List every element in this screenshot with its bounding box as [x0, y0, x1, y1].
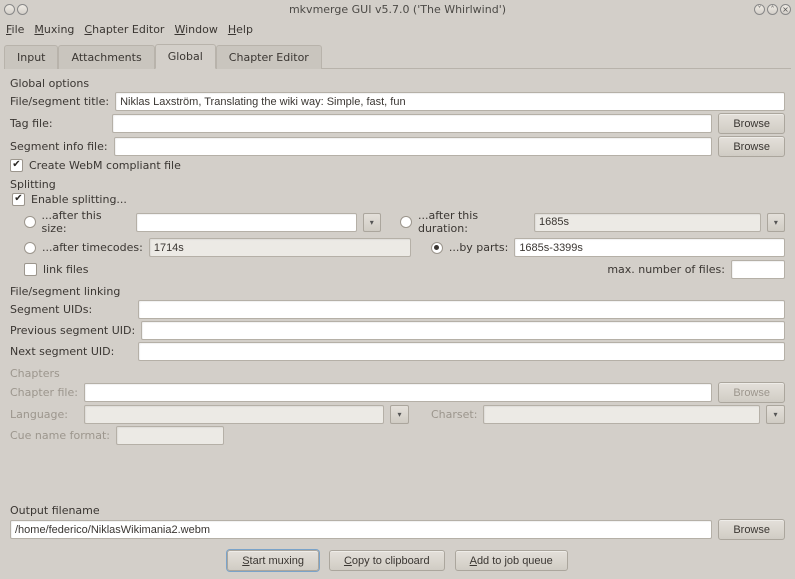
- menu-window[interactable]: Window: [174, 23, 217, 36]
- enable-splitting-checkbox[interactable]: [12, 193, 25, 206]
- after-timecodes-radio[interactable]: [24, 242, 36, 254]
- charset-input[interactable]: [483, 405, 760, 424]
- tab-chapter-editor[interactable]: Chapter Editor: [216, 45, 322, 69]
- after-duration-label: ...after this duration:: [418, 209, 528, 235]
- next-uid-label: Next segment UID:: [10, 345, 132, 358]
- menubar: File Muxing Chapter Editor Window Help: [0, 19, 795, 39]
- language-label: Language:: [10, 408, 78, 421]
- after-size-label: ...after this size:: [42, 209, 130, 235]
- segment-info-file-label: Segment info file:: [10, 140, 108, 153]
- global-options-heading: Global options: [10, 77, 785, 90]
- tab-attachments[interactable]: Attachments: [58, 45, 154, 69]
- tab-global[interactable]: Global: [155, 44, 216, 69]
- language-input[interactable]: [84, 405, 384, 424]
- link-files-label: link files: [43, 263, 88, 276]
- copy-to-clipboard-button[interactable]: Copy to clipboard: [329, 550, 445, 571]
- chapter-file-input[interactable]: [84, 383, 712, 402]
- after-size-radio[interactable]: [24, 216, 36, 228]
- by-parts-input[interactable]: [514, 238, 785, 257]
- menu-help[interactable]: Help: [228, 23, 253, 36]
- create-webm-checkbox[interactable]: [10, 159, 23, 172]
- menu-file[interactable]: File: [6, 23, 24, 36]
- window-title: mkvmerge GUI v5.7.0 ('The Whirlwind'): [0, 3, 795, 16]
- after-duration-dropdown-icon[interactable]: ▾: [767, 213, 785, 232]
- chapter-file-label: Chapter file:: [10, 386, 78, 399]
- window-titlebar: mkvmerge GUI v5.7.0 ('The Whirlwind') ˅ …: [0, 0, 795, 19]
- by-parts-radio[interactable]: [431, 242, 443, 254]
- link-files-checkbox[interactable]: [24, 263, 37, 276]
- max-files-label: max. number of files:: [607, 263, 725, 276]
- max-files-input[interactable]: [731, 260, 785, 279]
- file-segment-title-input[interactable]: [115, 92, 785, 111]
- language-dropdown-icon[interactable]: ▾: [390, 405, 409, 424]
- segment-info-file-input[interactable]: [114, 137, 713, 156]
- by-parts-label: ...by parts:: [449, 241, 508, 254]
- menu-chapter-editor[interactable]: Chapter Editor: [84, 23, 164, 36]
- segment-uids-input[interactable]: [138, 300, 785, 319]
- tab-bar: Input Attachments Global Chapter Editor: [4, 43, 791, 69]
- next-uid-input[interactable]: [138, 342, 785, 361]
- after-size-input[interactable]: [136, 213, 357, 232]
- file-segment-title-label: File/segment title:: [10, 95, 109, 108]
- chapter-file-browse-button[interactable]: Browse: [718, 382, 785, 403]
- after-size-dropdown-icon[interactable]: ▾: [363, 213, 381, 232]
- after-timecodes-label: ...after timecodes:: [42, 241, 143, 254]
- prev-uid-input[interactable]: [141, 321, 785, 340]
- segment-uids-label: Segment UIDs:: [10, 303, 132, 316]
- start-muxing-button[interactable]: Start muxing: [227, 550, 319, 571]
- after-duration-radio[interactable]: [400, 216, 412, 228]
- tag-file-browse-button[interactable]: Browse: [718, 113, 785, 134]
- tag-file-label: Tag file:: [10, 117, 106, 130]
- output-filename-heading: Output filename: [10, 504, 785, 517]
- tab-content-global: Global options File/segment title: Tag f…: [0, 69, 795, 451]
- enable-splitting-label: Enable splitting...: [31, 193, 127, 206]
- after-timecodes-input[interactable]: [149, 238, 411, 257]
- cue-name-format-label: Cue name format:: [10, 429, 110, 442]
- chapters-heading: Chapters: [10, 367, 785, 380]
- output-section: Output filename Browse Start muxing Copy…: [0, 498, 795, 579]
- tag-file-input[interactable]: [112, 114, 712, 133]
- menu-muxing[interactable]: Muxing: [34, 23, 74, 36]
- add-to-job-queue-button[interactable]: Add to job queue: [455, 550, 568, 571]
- output-filename-input[interactable]: [10, 520, 712, 539]
- segment-info-file-browse-button[interactable]: Browse: [718, 136, 785, 157]
- prev-uid-label: Previous segment UID:: [10, 324, 135, 337]
- tab-input[interactable]: Input: [4, 45, 58, 69]
- create-webm-label: Create WebM compliant file: [29, 159, 181, 172]
- cue-name-format-input[interactable]: [116, 426, 224, 445]
- linking-heading: File/segment linking: [10, 285, 785, 298]
- output-browse-button[interactable]: Browse: [718, 519, 785, 540]
- splitting-heading: Splitting: [10, 178, 785, 191]
- charset-dropdown-icon[interactable]: ▾: [766, 405, 785, 424]
- after-duration-input[interactable]: [534, 213, 761, 232]
- charset-label: Charset:: [431, 408, 477, 421]
